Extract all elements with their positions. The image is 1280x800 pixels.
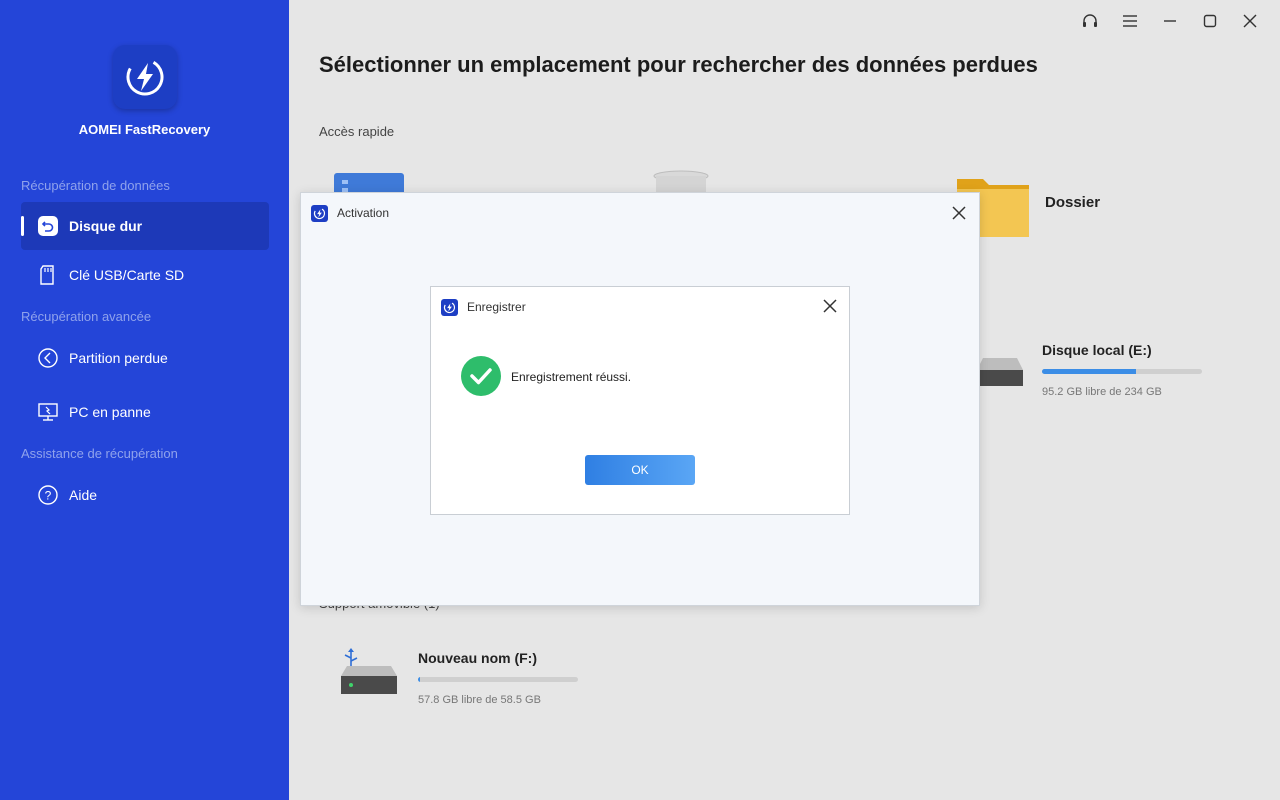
ok-button[interactable]: OK xyxy=(585,455,695,485)
maximize-icon[interactable] xyxy=(1190,10,1230,32)
register-dialog-title: Enregistrer xyxy=(467,300,526,314)
sidebar-item-label: Aide xyxy=(69,487,98,503)
support-headset-icon[interactable] xyxy=(1070,10,1110,32)
sidebar-item-label: Disque dur xyxy=(69,218,143,234)
page-title: Sélectionner un emplacement pour recherc… xyxy=(319,52,1038,77)
app-name: AOMEI FastRecovery xyxy=(78,122,211,137)
register-success-message: Enregistrement réussi. xyxy=(511,370,632,384)
register-dialog-header: Enregistrer xyxy=(431,287,849,327)
sidebar-item-label: PC en panne xyxy=(69,404,151,420)
sidebar-item-usb-sd[interactable]: Clé USB/Carte SD xyxy=(21,251,269,299)
quick-access-folder-label[interactable]: Dossier xyxy=(1045,194,1100,211)
drive-name[interactable]: Disque local (E:) xyxy=(1042,342,1152,358)
removable-drive-usage-bar xyxy=(418,677,578,682)
svg-text:?: ? xyxy=(45,489,52,503)
usb-drive-icon[interactable] xyxy=(339,648,399,703)
sidebar-item-lost-partition[interactable]: Partition perdue xyxy=(21,334,269,382)
app-logo-icon xyxy=(311,204,328,222)
activation-dialog-title: Activation xyxy=(337,206,390,220)
success-check-icon xyxy=(461,356,501,401)
register-dialog: Enregistrer Enregistrement réussi. OK xyxy=(430,286,850,515)
sidebar: AOMEI FastRecovery Récupération de donné… xyxy=(0,0,289,800)
window-controls xyxy=(1070,10,1270,32)
removable-drive-name[interactable]: Nouveau nom (F:) xyxy=(418,650,537,666)
drive-usage-fill xyxy=(1042,369,1137,374)
sidebar-item-help[interactable]: ? Aide xyxy=(21,471,269,519)
quick-access-label: Accès rapide xyxy=(319,124,395,139)
minimize-icon[interactable] xyxy=(1150,10,1190,32)
hard-disk-restore-icon xyxy=(37,215,59,237)
local-disk-icon[interactable] xyxy=(977,358,1023,393)
menu-icon[interactable] xyxy=(1110,10,1150,32)
drive-usage-bar xyxy=(1042,369,1202,374)
help-icon: ? xyxy=(37,484,59,506)
sidebar-item-hard-disk[interactable]: Disque dur xyxy=(21,202,269,250)
sidebar-item-label: Clé USB/Carte SD xyxy=(69,267,185,283)
sidebar-item-crashed-pc[interactable]: PC en panne xyxy=(21,388,269,436)
app-logo-icon xyxy=(113,45,177,109)
section-title-data-recovery: Récupération de données xyxy=(21,178,170,193)
lost-partition-icon xyxy=(37,347,59,369)
section-title-advanced-recovery: Récupération avancée xyxy=(21,309,152,324)
drive-free-space: 95.2 GB libre de 234 GB xyxy=(1042,386,1162,398)
activation-dialog-header: Activation xyxy=(301,193,979,233)
close-window-icon[interactable] xyxy=(1230,10,1270,32)
removable-drive-free-space: 57.8 GB libre de 58.5 GB xyxy=(418,694,541,706)
crashed-pc-icon xyxy=(37,401,59,423)
sidebar-item-label: Partition perdue xyxy=(69,350,168,366)
sd-card-icon xyxy=(37,264,59,286)
removable-drive-usage-fill xyxy=(418,677,420,682)
section-title-recovery-assistance: Assistance de récupération xyxy=(21,446,178,461)
activation-close-icon[interactable] xyxy=(949,203,969,223)
app-logo-icon xyxy=(441,298,458,316)
register-close-icon[interactable] xyxy=(820,296,840,316)
